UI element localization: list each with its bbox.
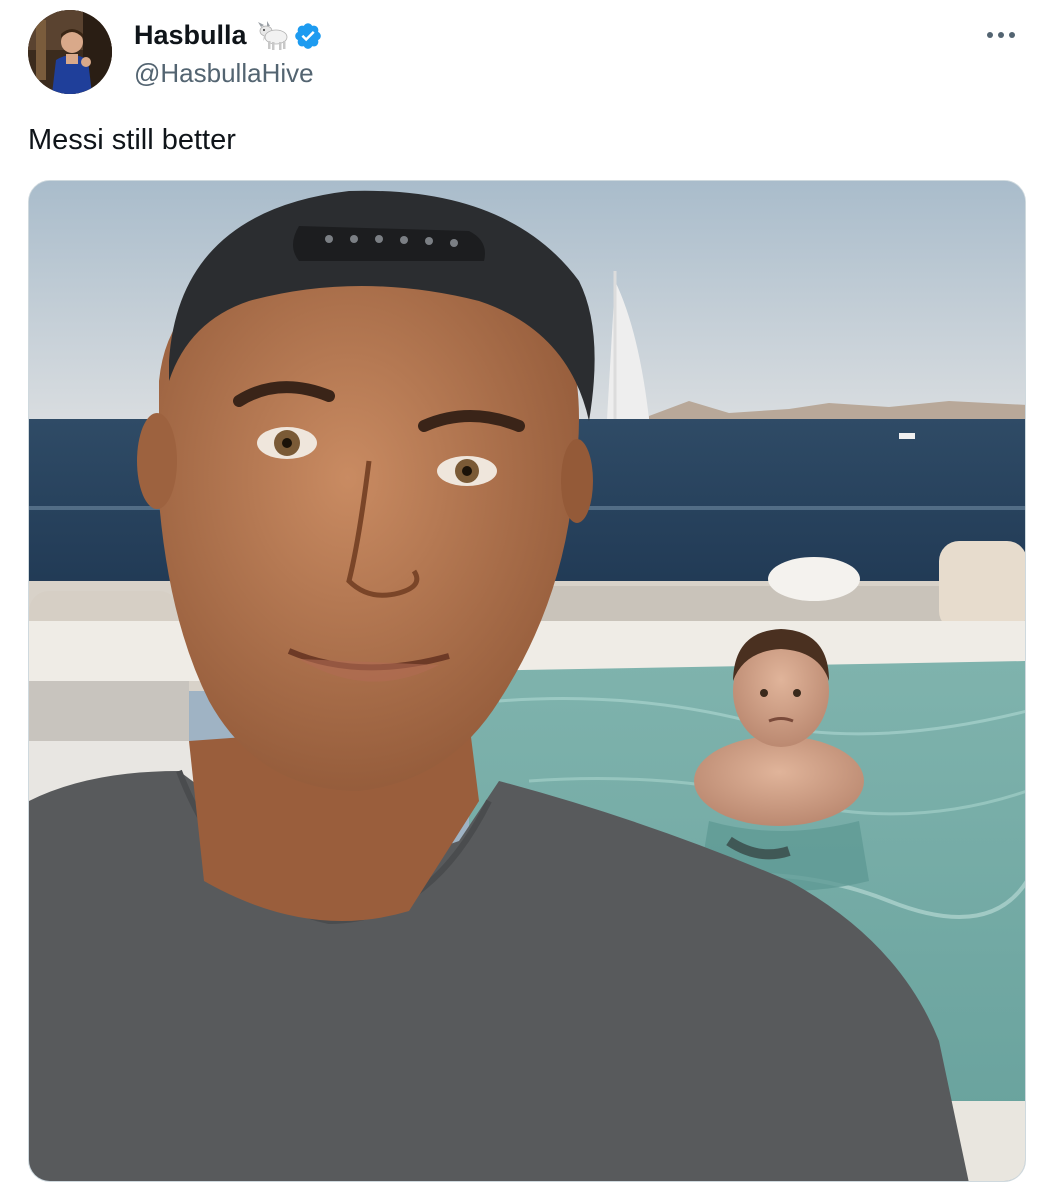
goat-icon <box>255 20 289 51</box>
tweet-card[interactable]: Hasbulla @HasbullaHive Messi still bette… <box>0 0 1043 1200</box>
verified-badge-icon[interactable] <box>293 21 323 51</box>
tweet-media-photo[interactable] <box>28 180 1026 1182</box>
more-horizontal-icon <box>987 32 1015 38</box>
name-row: Hasbulla <box>134 16 323 56</box>
author-display-name[interactable]: Hasbulla <box>134 20 247 51</box>
author-names: Hasbulla @HasbullaHive <box>134 16 323 89</box>
author-handle[interactable]: @HasbullaHive <box>134 58 323 89</box>
tweet-text: Messi still better <box>28 124 236 156</box>
avatar-image <box>28 10 112 94</box>
more-options-button[interactable] <box>979 20 1023 50</box>
tweet-header: Hasbulla @HasbullaHive <box>28 10 1023 94</box>
photo-image <box>29 181 1025 1181</box>
avatar[interactable] <box>28 10 112 94</box>
